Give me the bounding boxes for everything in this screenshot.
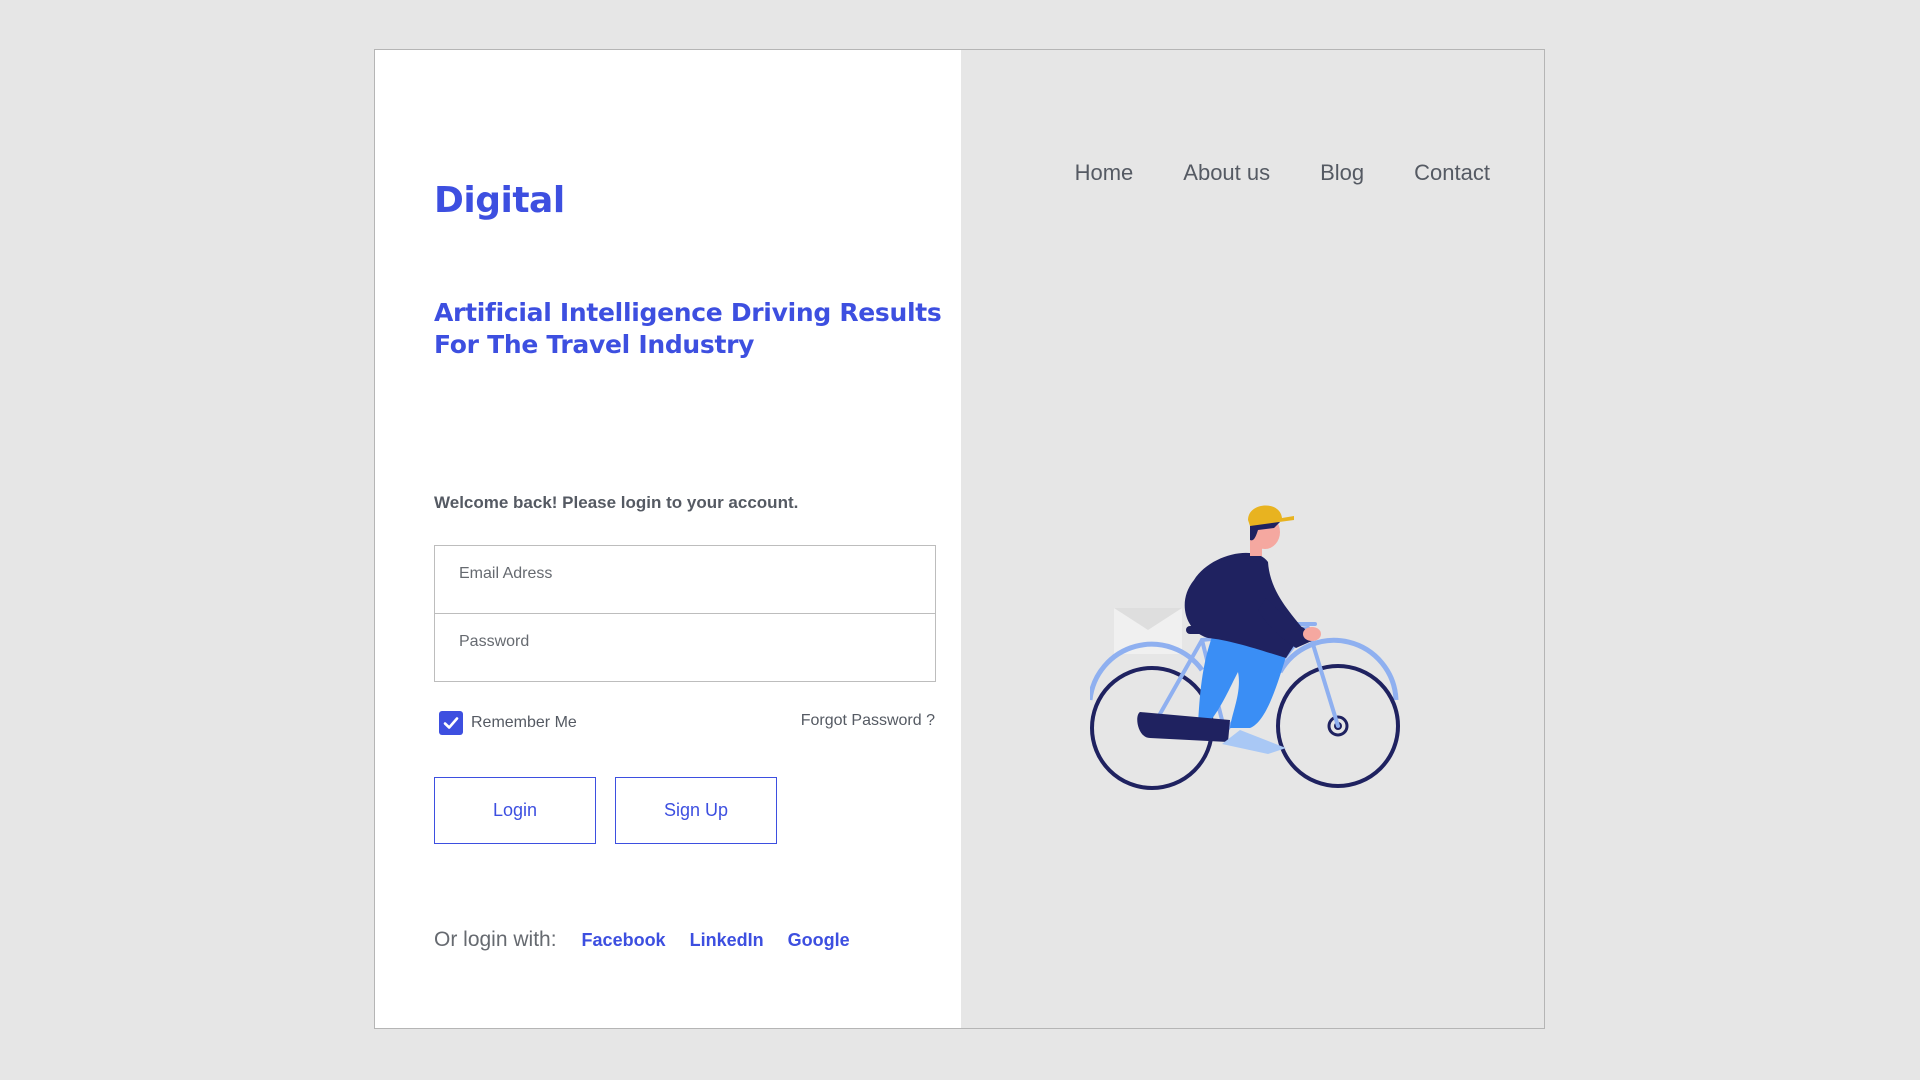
linkedin-login-link[interactable]: LinkedIn	[690, 930, 764, 951]
forgot-password-link[interactable]: Forgot Password ?	[801, 712, 935, 730]
login-card: Digital Artificial Intelligence Driving …	[374, 49, 1545, 1029]
nav-item-blog[interactable]: Blog	[1320, 160, 1364, 186]
nav-item-about[interactable]: About us	[1183, 160, 1270, 186]
remember-me-toggle[interactable]: Remember Me	[439, 711, 577, 735]
password-field-box	[434, 613, 936, 682]
google-login-link[interactable]: Google	[788, 930, 850, 951]
password-field[interactable]	[435, 614, 935, 658]
social-login: Or login with: Facebook LinkedIn Google	[434, 928, 874, 952]
email-field-box	[434, 545, 936, 614]
facebook-login-link[interactable]: Facebook	[582, 930, 666, 951]
nav-item-home[interactable]: Home	[1075, 160, 1134, 186]
top-nav: Home About us Blog Contact	[1075, 160, 1490, 186]
cyclist-illustration	[1090, 505, 1400, 790]
welcome-message: Welcome back! Please login to your accou…	[434, 493, 799, 512]
signup-button[interactable]: Sign Up	[615, 777, 777, 844]
brand-logo: Digital	[434, 180, 565, 221]
checkmark-icon	[443, 717, 459, 729]
login-button[interactable]: Login	[434, 777, 596, 844]
hero-panel: Home About us Blog Contact	[961, 50, 1544, 1028]
email-field[interactable]	[435, 546, 935, 590]
cap-icon	[1248, 505, 1294, 526]
login-panel: Digital Artificial Intelligence Driving …	[375, 50, 961, 1028]
remember-me-checkbox[interactable]	[439, 711, 463, 735]
brand-tagline: Artificial Intelligence Driving Results …	[434, 298, 942, 359]
nav-item-contact[interactable]: Contact	[1414, 160, 1490, 186]
social-login-label: Or login with:	[434, 928, 557, 951]
remember-me-label: Remember Me	[471, 714, 577, 731]
